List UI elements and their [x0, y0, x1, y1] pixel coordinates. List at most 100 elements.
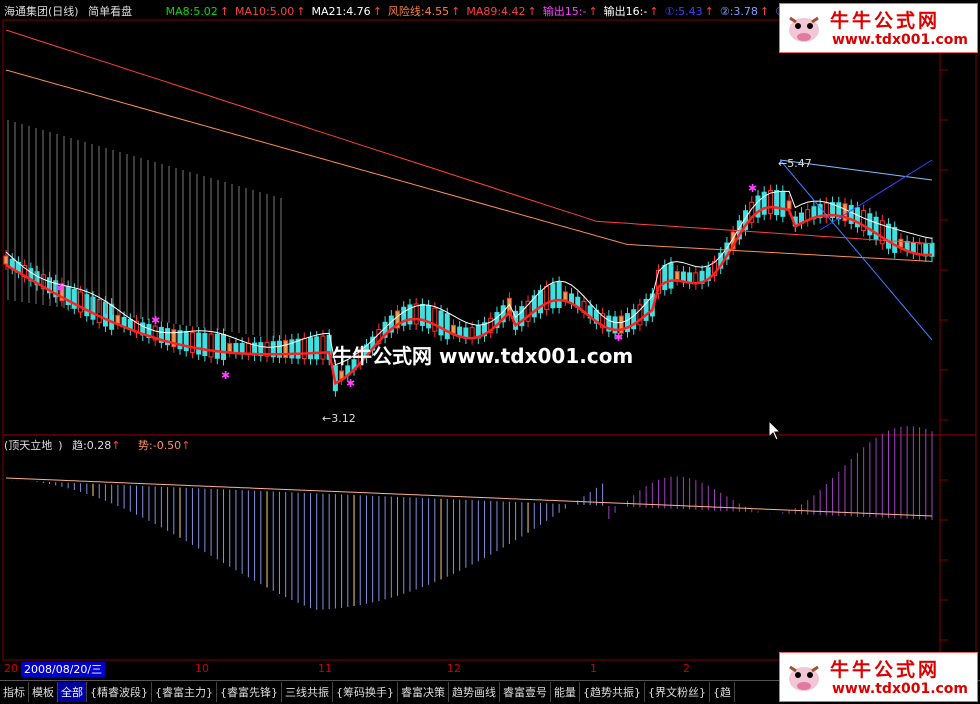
candle	[233, 343, 239, 354]
indicator-baseline	[5, 477, 933, 517]
arrow-up-icon: ↑	[372, 5, 382, 18]
indicator-header: (顶天立地) 趋:0.28↑ 势:-0.50↑	[4, 439, 191, 452]
candle	[308, 337, 314, 360]
cow-logo-icon	[789, 665, 819, 691]
date-prefix: 20	[4, 662, 18, 675]
candle	[867, 213, 873, 236]
formula-tab[interactable]: {睿富主力}	[152, 682, 217, 702]
candle	[426, 305, 432, 329]
month-label: 11	[318, 662, 332, 675]
formula-tab[interactable]: {精睿波段}	[87, 682, 152, 702]
candle	[674, 271, 680, 281]
candle	[239, 342, 245, 354]
header-indicator-7: ①:5.43	[664, 5, 703, 18]
candle	[419, 303, 425, 326]
candle	[550, 283, 556, 309]
candle	[189, 331, 195, 353]
star-marker: ✱	[56, 282, 65, 295]
candle	[221, 333, 227, 360]
candle	[227, 343, 233, 353]
candle	[314, 336, 320, 360]
candle	[115, 314, 121, 324]
header-indicator-2: MA21:4.76	[311, 5, 371, 18]
formula-tab[interactable]: {筹码换手}	[333, 682, 398, 702]
indicator-name: (顶天立地)	[4, 439, 63, 452]
low-price-value: 3.12	[331, 412, 356, 425]
candle	[668, 262, 674, 289]
formula-tab[interactable]: 指标	[0, 682, 29, 702]
candle	[680, 271, 686, 282]
cow-logo-icon	[789, 16, 819, 42]
candle	[202, 333, 208, 357]
candle	[295, 338, 301, 359]
candle	[438, 310, 444, 336]
candle	[196, 332, 202, 355]
candle	[562, 291, 568, 301]
indicator-trend: 趋:0.28	[72, 439, 112, 452]
header-indicator-4: MA89:4.42	[466, 5, 526, 18]
formula-tab[interactable]: 能量	[551, 682, 580, 702]
formula-tab[interactable]: 模板	[29, 682, 58, 702]
watermark-url: www.tdx001.com	[832, 32, 969, 48]
watermark-bottom: 牛牛公式网 www.tdx001.com	[779, 652, 978, 702]
watermark-title: 牛牛公式网	[830, 659, 941, 681]
candle	[898, 238, 904, 248]
header-indicator-5: 输出15:-	[542, 5, 587, 18]
header-indicator-8: ②:3.78	[719, 5, 758, 18]
arrow-up-icon: ↑	[451, 5, 461, 18]
formula-tab[interactable]: 睿富决策	[398, 682, 449, 702]
candle	[214, 333, 220, 359]
mouse-cursor-icon	[768, 420, 782, 441]
candle	[320, 335, 326, 360]
arrow-up-icon: ↑	[219, 5, 230, 18]
candle	[3, 255, 9, 265]
stock-title: 海通集团(日线)	[4, 5, 79, 18]
formula-tab[interactable]: {睿富先锋}	[217, 682, 282, 702]
candle	[444, 313, 450, 340]
candle	[537, 290, 543, 314]
candle	[450, 324, 456, 334]
high-price-label: ←5.47	[778, 157, 812, 170]
formula-tab[interactable]: 全部	[58, 682, 87, 702]
formula-tab[interactable]: 趋势画线	[449, 682, 500, 702]
chart-header: 海通集团(日线) 简单看盘 MA8:5.02 ↑ MA10:5.00 ↑ MA21:4.…	[4, 3, 819, 19]
selected-date[interactable]: 2008/08/20/三	[21, 662, 106, 677]
formula-tab[interactable]: {界文粉丝}	[645, 682, 710, 702]
formula-tab[interactable]: 睿富壹号	[500, 682, 551, 702]
month-label: 10	[195, 662, 209, 675]
header-indicator-0: MA8:5.02	[165, 5, 218, 18]
candle	[873, 216, 879, 240]
candle	[208, 333, 214, 358]
watermark-url: www.tdx001.com	[832, 681, 969, 697]
candle	[183, 331, 189, 352]
header-indicator-3: 风险线:4.55	[387, 5, 450, 18]
candle	[892, 226, 898, 253]
formula-tab[interactable]: {趋势共振}	[580, 682, 645, 702]
candle	[556, 282, 562, 309]
candle	[544, 286, 550, 311]
arrow-up-icon: ↑	[759, 5, 770, 18]
candle	[774, 190, 780, 216]
star-marker: ✱	[151, 314, 160, 327]
indicator-momentum: 势:-0.50	[138, 439, 182, 452]
month-label: 12	[447, 662, 461, 675]
watermark-top: 牛牛公式网 www.tdx001.com	[779, 3, 978, 53]
candle	[662, 265, 668, 291]
watermark-title: 牛牛公式网	[830, 10, 941, 32]
candle	[102, 301, 108, 327]
candle	[786, 200, 792, 210]
header-indicator-6: 输出16:-	[603, 5, 648, 18]
month-label: 1	[590, 662, 597, 675]
arrow-up-icon: ↑	[704, 5, 714, 18]
candle	[432, 307, 438, 332]
formula-tab[interactable]: {趋	[710, 682, 735, 702]
star-marker: ✱	[748, 182, 757, 195]
header-indicator-1: MA10:5.00	[235, 5, 295, 18]
month-label: 2	[683, 662, 690, 675]
formula-tab[interactable]: 三线共振	[282, 682, 333, 702]
ma89-line	[5, 29, 933, 245]
low-price-label: ←3.12	[322, 412, 356, 425]
arrow-up-icon: ↑	[527, 5, 537, 18]
high-price-value: 5.47	[787, 157, 812, 170]
arrow-up-icon: ↑	[588, 5, 598, 18]
